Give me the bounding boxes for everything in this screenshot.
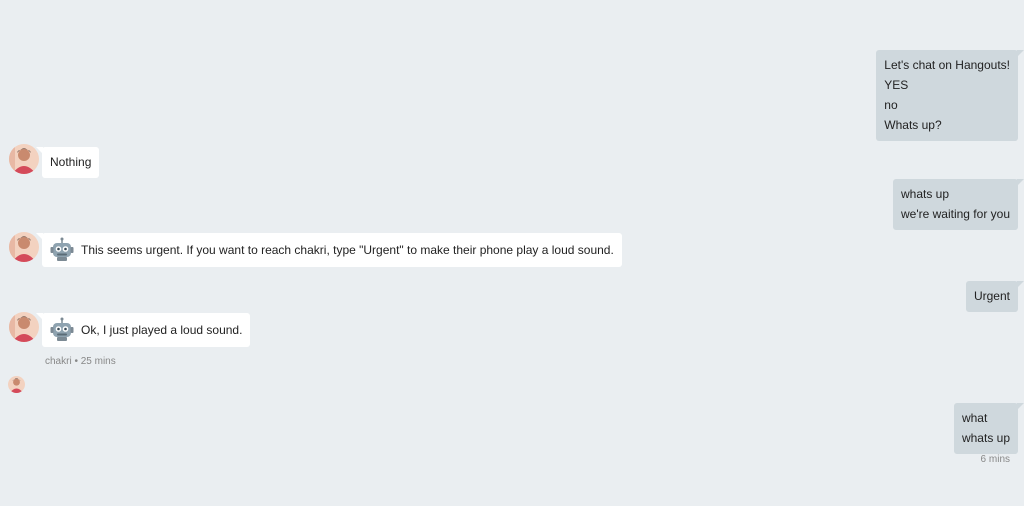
incoming-timestamp: chakri • 25 mins [45,356,116,367]
message-line: whats up [900,187,950,201]
message-line: YES [884,78,909,92]
outgoing-message: Let's chat on Hangouts! YES no Whats up? [876,50,1024,141]
incoming-message: Nothing [35,147,100,178]
robot-icon [49,317,75,343]
message-line: Whats up? [884,118,942,132]
incoming-message: This seems urgent. If you want to reach … [36,233,622,267]
message-text: Nothing [50,155,92,169]
message-line: what [961,411,988,425]
message-line: Urgent [973,289,1010,303]
outgoing-message: Urgent [965,281,1024,312]
user-avatar[interactable] [9,144,39,174]
message-line: Let's chat on Hangouts! [884,58,1010,72]
message-text: Ok, I just played a loud sound. [81,323,243,337]
read-receipt-avatar [8,376,25,393]
outgoing-message: what whats up [953,403,1024,454]
message-line: no [884,98,898,112]
robot-icon [49,237,75,263]
outgoing-message: whats up we're waiting for you [892,179,1024,230]
message-line: whats up [961,431,1010,445]
outgoing-timestamp: 6 mins [980,454,1010,465]
incoming-message: Ok, I just played a loud sound. [35,313,251,347]
user-avatar[interactable] [9,232,39,262]
message-line: we're waiting for you [900,207,1010,221]
user-avatar[interactable] [9,312,39,342]
message-text: This seems urgent. If you want to reach … [81,243,614,257]
